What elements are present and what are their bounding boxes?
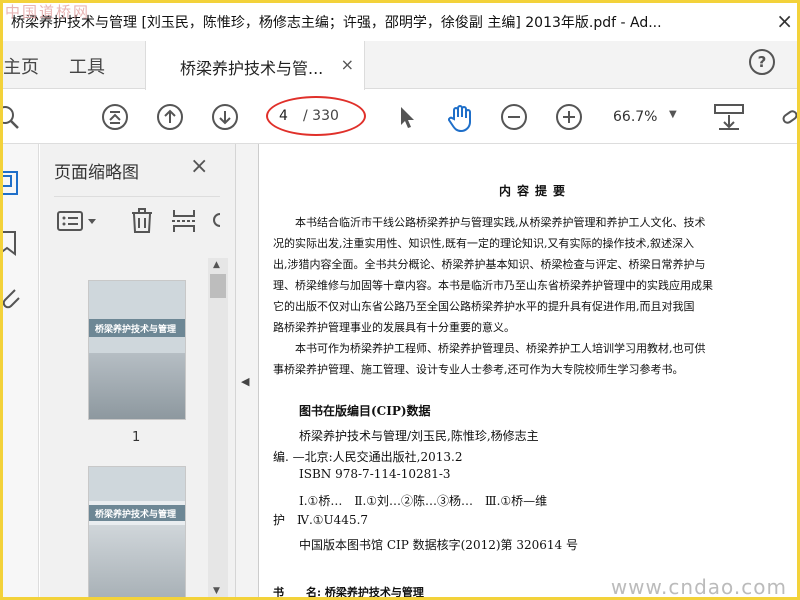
doc-heading: 内容提要 [499,184,572,198]
page-thumbnail-1[interactable]: 桥梁养护技术与管理 [88,280,186,420]
zoom-out-icon[interactable] [500,103,528,131]
attachments-icon[interactable] [3,284,23,309]
app-window: 桥梁养护技术与管理 [刘玉民，陈惟珍，杨修志主编；许强，邵明学，徐俊副 主编] … [0,0,800,600]
page-thumbnails-icon[interactable] [3,170,23,195]
tab-home[interactable]: 主页 [3,53,39,79]
search-icon[interactable] [3,103,21,131]
doc-line-8: 事桥梁养护管理、施工管理、设计专业人士参考,还可作为大专院校师生学习参考书。 [273,363,684,376]
rotate-icon[interactable] [210,206,222,236]
help-button[interactable]: ? [749,49,775,75]
toolbar: 4 / 330 66.7% ▼ [3,90,797,144]
hand-tool-icon[interactable] [445,103,473,133]
thumbnail-scrollbar[interactable]: ▲ ▼ [208,258,228,597]
thumbnail-options-icon[interactable] [56,206,100,236]
doc-line-7: 本书可作为桥梁养护工程师、桥梁养护管理员、桥梁养护工人培训学习用教材,也可供 [273,342,706,355]
tab-document[interactable]: 桥梁养护技术与管... × [145,41,365,90]
cip-line-1: 桥梁养护技术与管理/刘玉民,陈惟珍,杨修志主 [299,429,539,443]
scroll-mode-icon[interactable] [713,103,745,131]
next-page-icon[interactable] [211,103,239,131]
thumbnail-2-cover-photo [89,525,185,597]
collapse-panel-arrow[interactable]: ◀ [241,375,249,388]
red-highlight-circle [266,96,366,136]
chevron-down-icon: ▼ [669,109,677,120]
split-page-icon[interactable] [170,206,198,236]
zoom-dropdown[interactable]: 66.7% ▼ [609,103,681,131]
cip-line-3: ISBN 978-7-114-10281-3 [299,467,451,481]
doc-line-3: 出,涉猎内容全面。全书共分概论、桥梁养护基本知识、桥梁检查与评定、桥梁日常养护与 [273,258,706,271]
tab-tools[interactable]: 工具 [69,53,105,79]
thumbnail-2-title: 桥梁养护技术与管理 [95,510,177,520]
scrollbar-thumb[interactable] [210,274,226,298]
first-page-icon[interactable] [101,103,129,131]
doc-line-1: 本书结合临沂市干线公路桥梁养护与管理实践,从桥梁养护管理和养护工人文化、技术 [273,216,706,229]
previous-page-icon[interactable] [156,103,184,131]
watermark-top: 中国道桥网 [5,3,91,21]
thumbnail-cover-photo [89,353,185,419]
zoom-in-icon[interactable] [555,103,583,131]
scroll-up-arrow[interactable]: ▲ [213,260,220,270]
tab-bar: 主页 工具 桥梁养护技术与管... × [3,41,797,90]
panel-splitter[interactable] [236,144,258,597]
panel-title: 页面缩略图 [54,163,139,183]
watermark-bottom: www.cndao.com [610,575,787,599]
link-icon[interactable] [779,103,797,131]
cip-line-5: 护 Ⅳ.①U445.7 [273,513,369,527]
scroll-down-arrow[interactable]: ▼ [213,586,220,596]
cip-line-4: Ⅰ.①桥… Ⅱ.①刘…②陈…③杨… Ⅲ.①桥—维 [299,494,548,508]
thumbnail-panel: 页面缩略图 × ▲ ▼ 桥梁养护技术与管理 1 桥梁养护技术与管理 [40,144,236,597]
window-title: 桥梁养护技术与管理 [刘玉民，陈惟珍，杨修志主编；许强，邵明学，徐俊副 主编] … [11,15,662,31]
zoom-value: 66.7% [613,109,658,125]
thumbnail-1-page-number: 1 [132,430,141,445]
thumbnail-1-title: 桥梁养护技术与管理 [95,325,177,335]
page-thumbnail-2[interactable]: 桥梁养护技术与管理 [88,466,186,597]
doc-line-4: 理、桥梁维修与加固等十章内容。本书是临沂市乃至山东省桥梁养护管理中的实践应用成果 [273,279,713,292]
doc-line-5: 它的出版不仅对山东省公路乃至全国公路桥梁养护水平的提升具有促进作用,而且对我国 [273,300,695,313]
select-cursor-icon[interactable] [393,103,421,131]
left-nav-rail [3,144,39,597]
doc-line-6: 路桥梁养护管理事业的发展具有十分重要的意义。 [273,321,515,334]
book-name-line: 书 名: 桥梁养护技术与管理 [273,586,424,599]
panel-close-button[interactable]: × [190,154,208,179]
panel-divider [54,196,220,197]
bookmarks-icon[interactable] [3,230,23,256]
document-page: 内容提要 本书结合临沂市干线公路桥梁养护与管理实践,从桥梁养护管理和养护工人文化… [258,144,797,599]
doc-line-2: 况的实际出发,注重实用性、知识性,既有一定的理论知识,又有实际的操作技术,叙述深… [273,237,694,250]
cip-line-6: 中国版本图书馆 CIP 数据核字(2012)第 320614 号 [299,538,578,552]
cip-line-2: 编. —北京:人民交通出版社,2013.2 [273,450,463,464]
tab-close-button[interactable]: × [341,55,354,74]
thumbnail-2-cover-top [89,467,185,501]
title-bar: 桥梁养护技术与管理 [刘玉民，陈惟珍，杨修志主编；许强，邵明学，徐俊副 主编] … [3,3,797,41]
thumbnail-cover-top [89,281,185,353]
window-close-button[interactable]: × [776,9,793,33]
cip-title: 图书在版编目(CIP)数据 [299,404,431,418]
tab-document-label: 桥梁养护技术与管... [180,59,324,78]
trash-icon[interactable] [128,206,156,236]
